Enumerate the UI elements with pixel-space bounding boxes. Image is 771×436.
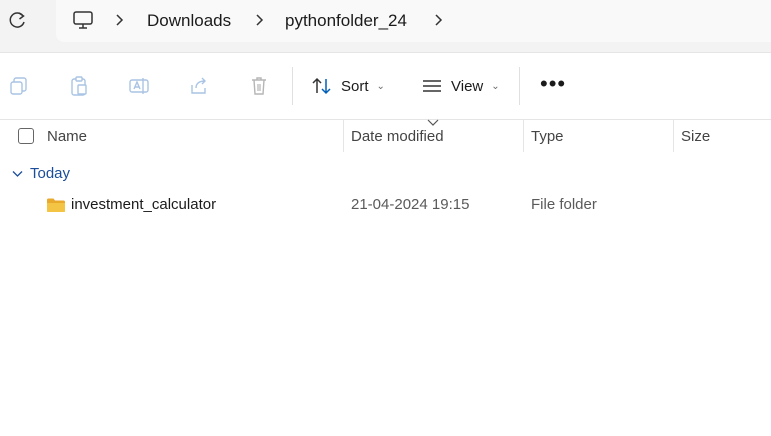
more-options-button[interactable]: ••• [540, 73, 566, 95]
view-button[interactable]: View ⌄ [421, 73, 500, 99]
group-header-today[interactable]: Today [12, 165, 70, 182]
delete-icon[interactable] [248, 75, 270, 97]
column-type[interactable]: Type [531, 128, 564, 145]
folder-icon [47, 198, 65, 212]
share-icon[interactable] [188, 75, 210, 97]
copy-icon[interactable] [8, 75, 30, 97]
sort-icon [312, 77, 331, 95]
column-name[interactable]: Name [47, 128, 87, 145]
chevron-down-icon: ⌄ [491, 80, 500, 92]
paste-icon[interactable] [68, 75, 90, 97]
group-label: Today [30, 165, 71, 182]
chevron-right-icon[interactable] [254, 11, 266, 29]
column-size[interactable]: Size [681, 128, 710, 145]
this-pc-icon[interactable] [72, 10, 94, 30]
chevron-down-icon [12, 170, 23, 177]
sort-button[interactable]: Sort ⌄ [311, 73, 385, 99]
view-icon [423, 80, 441, 92]
breadcrumb-pythonfolder[interactable]: pythonfolder_24 [285, 11, 407, 31]
column-date-modified[interactable]: Date modified [351, 128, 444, 145]
address-bar[interactable]: Downloads pythonfolder_24 [56, 0, 771, 42]
sort-label: Sort [341, 77, 369, 95]
column-divider[interactable] [523, 120, 524, 152]
column-headers: Name Date modified Type Size [0, 119, 771, 152]
select-all-checkbox[interactable] [18, 128, 34, 144]
rename-icon[interactable] [128, 75, 150, 97]
toolbar-separator [519, 67, 520, 105]
column-divider[interactable] [343, 120, 344, 152]
refresh-icon[interactable] [8, 10, 28, 30]
command-bar: Sort ⌄ View ⌄ ••• [0, 53, 771, 120]
chevron-down-icon: ⌄ [376, 80, 385, 92]
sort-direction-icon [427, 119, 439, 126]
file-row[interactable]: investment_calculator 21-04-2024 19:15 F… [0, 192, 771, 218]
address-bar-area: Downloads pythonfolder_24 [0, 0, 771, 53]
view-label: View [451, 77, 484, 95]
toolbar-separator [292, 67, 293, 105]
breadcrumb-downloads[interactable]: Downloads [147, 11, 231, 31]
column-divider[interactable] [673, 120, 674, 152]
file-date-modified: 21-04-2024 19:15 [351, 196, 470, 213]
file-type: File folder [531, 196, 597, 213]
file-name[interactable]: investment_calculator [71, 196, 216, 213]
chevron-right-icon[interactable] [433, 11, 445, 29]
chevron-right-icon[interactable] [114, 11, 126, 29]
